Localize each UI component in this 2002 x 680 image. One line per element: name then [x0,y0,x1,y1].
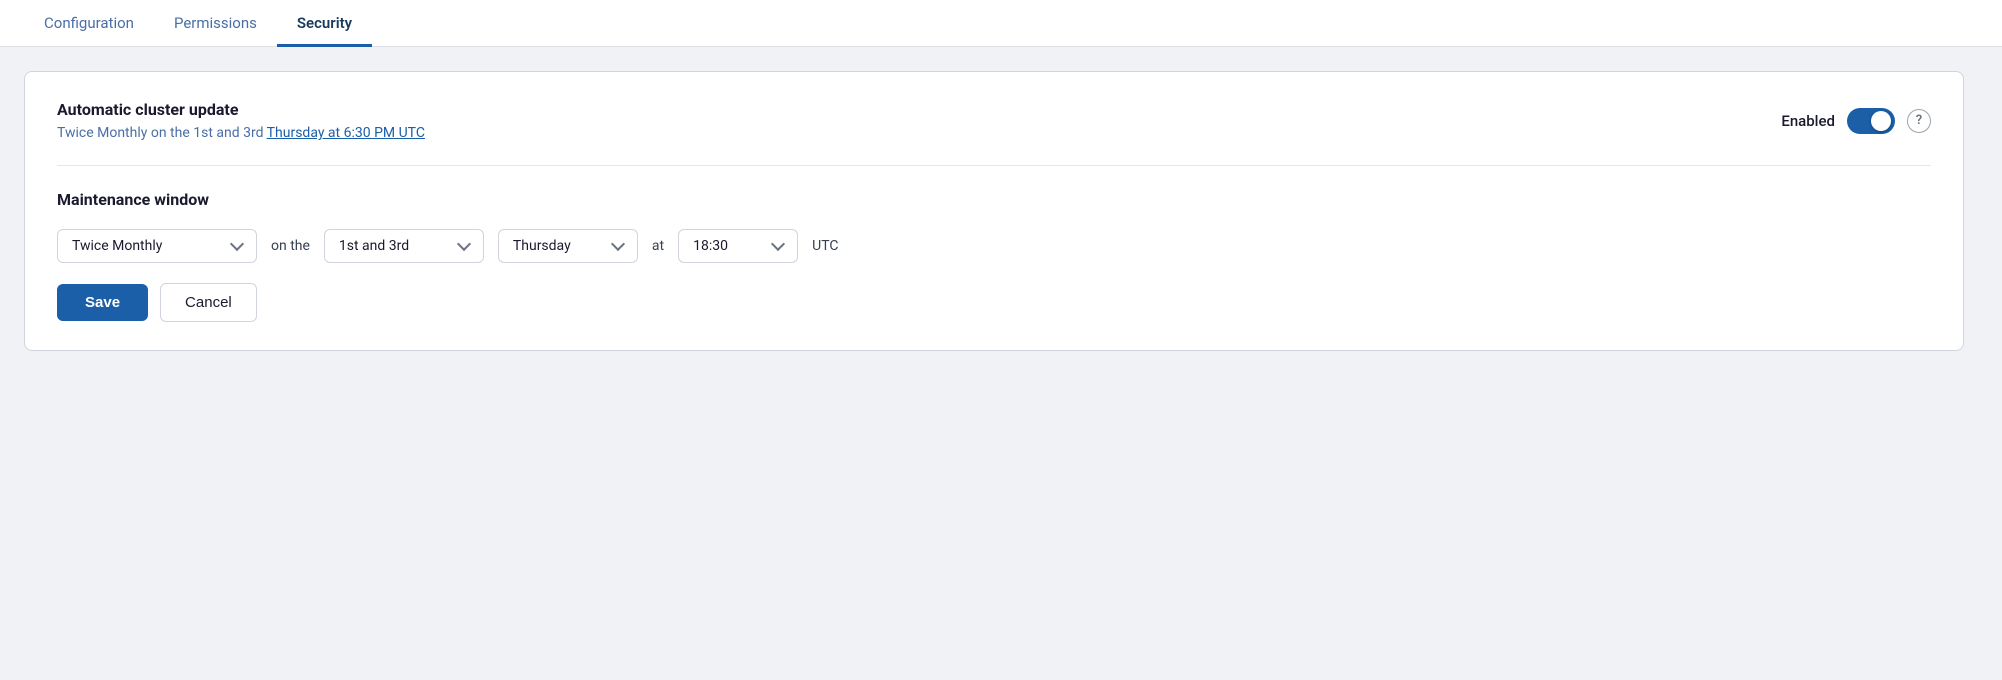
auto-update-title: Automatic cluster update [57,100,425,119]
occurrence-chevron-icon [457,237,471,251]
tabs-bar: Configuration Permissions Security [0,0,2002,47]
action-row: Save Cancel [57,283,1931,322]
occurrence-dropdown[interactable]: 1st and 3rd [324,229,484,263]
description-prefix: Twice Monthly on the 1st and 3rd [57,125,267,141]
save-button[interactable]: Save [57,284,148,321]
enabled-control: Enabled ? [1781,108,1931,134]
help-icon[interactable]: ? [1907,109,1931,133]
maintenance-section: Maintenance window Twice Monthly on the … [57,190,1931,322]
day-chevron-icon [611,237,625,251]
tab-permissions[interactable]: Permissions [154,0,277,47]
connector-at: at [652,238,664,254]
cancel-button[interactable]: Cancel [160,283,257,322]
auto-update-info: Automatic cluster update Twice Monthly o… [57,100,425,141]
auto-update-section: Automatic cluster update Twice Monthly o… [57,100,1931,166]
frequency-dropdown[interactable]: Twice Monthly [57,229,257,263]
connector-on-the: on the [271,238,310,254]
enabled-label: Enabled [1781,112,1835,130]
time-chevron-icon [771,237,785,251]
toggle-track [1847,108,1895,134]
toggle-thumb [1871,111,1891,131]
time-dropdown[interactable]: 18:30 [678,229,798,263]
frequency-chevron-icon [230,237,244,251]
auto-update-description: Twice Monthly on the 1st and 3rd Thursda… [57,125,425,141]
timezone-label: UTC [812,238,838,254]
maintenance-window-title: Maintenance window [57,190,1931,209]
main-content: Automatic cluster update Twice Monthly o… [0,47,2002,375]
frequency-value: Twice Monthly [72,238,162,254]
tab-configuration[interactable]: Configuration [24,0,154,47]
time-value: 18:30 [693,238,728,254]
enabled-toggle[interactable] [1847,108,1895,134]
maintenance-row: Twice Monthly on the 1st and 3rd Thursda… [57,229,1931,263]
tab-security[interactable]: Security [277,0,372,47]
settings-card: Automatic cluster update Twice Monthly o… [24,71,1964,351]
occurrence-value: 1st and 3rd [339,238,409,254]
page-container: Configuration Permissions Security Autom… [0,0,2002,680]
day-value: Thursday [513,238,571,254]
description-link[interactable]: Thursday at 6:30 PM UTC [267,125,425,141]
day-dropdown[interactable]: Thursday [498,229,638,263]
